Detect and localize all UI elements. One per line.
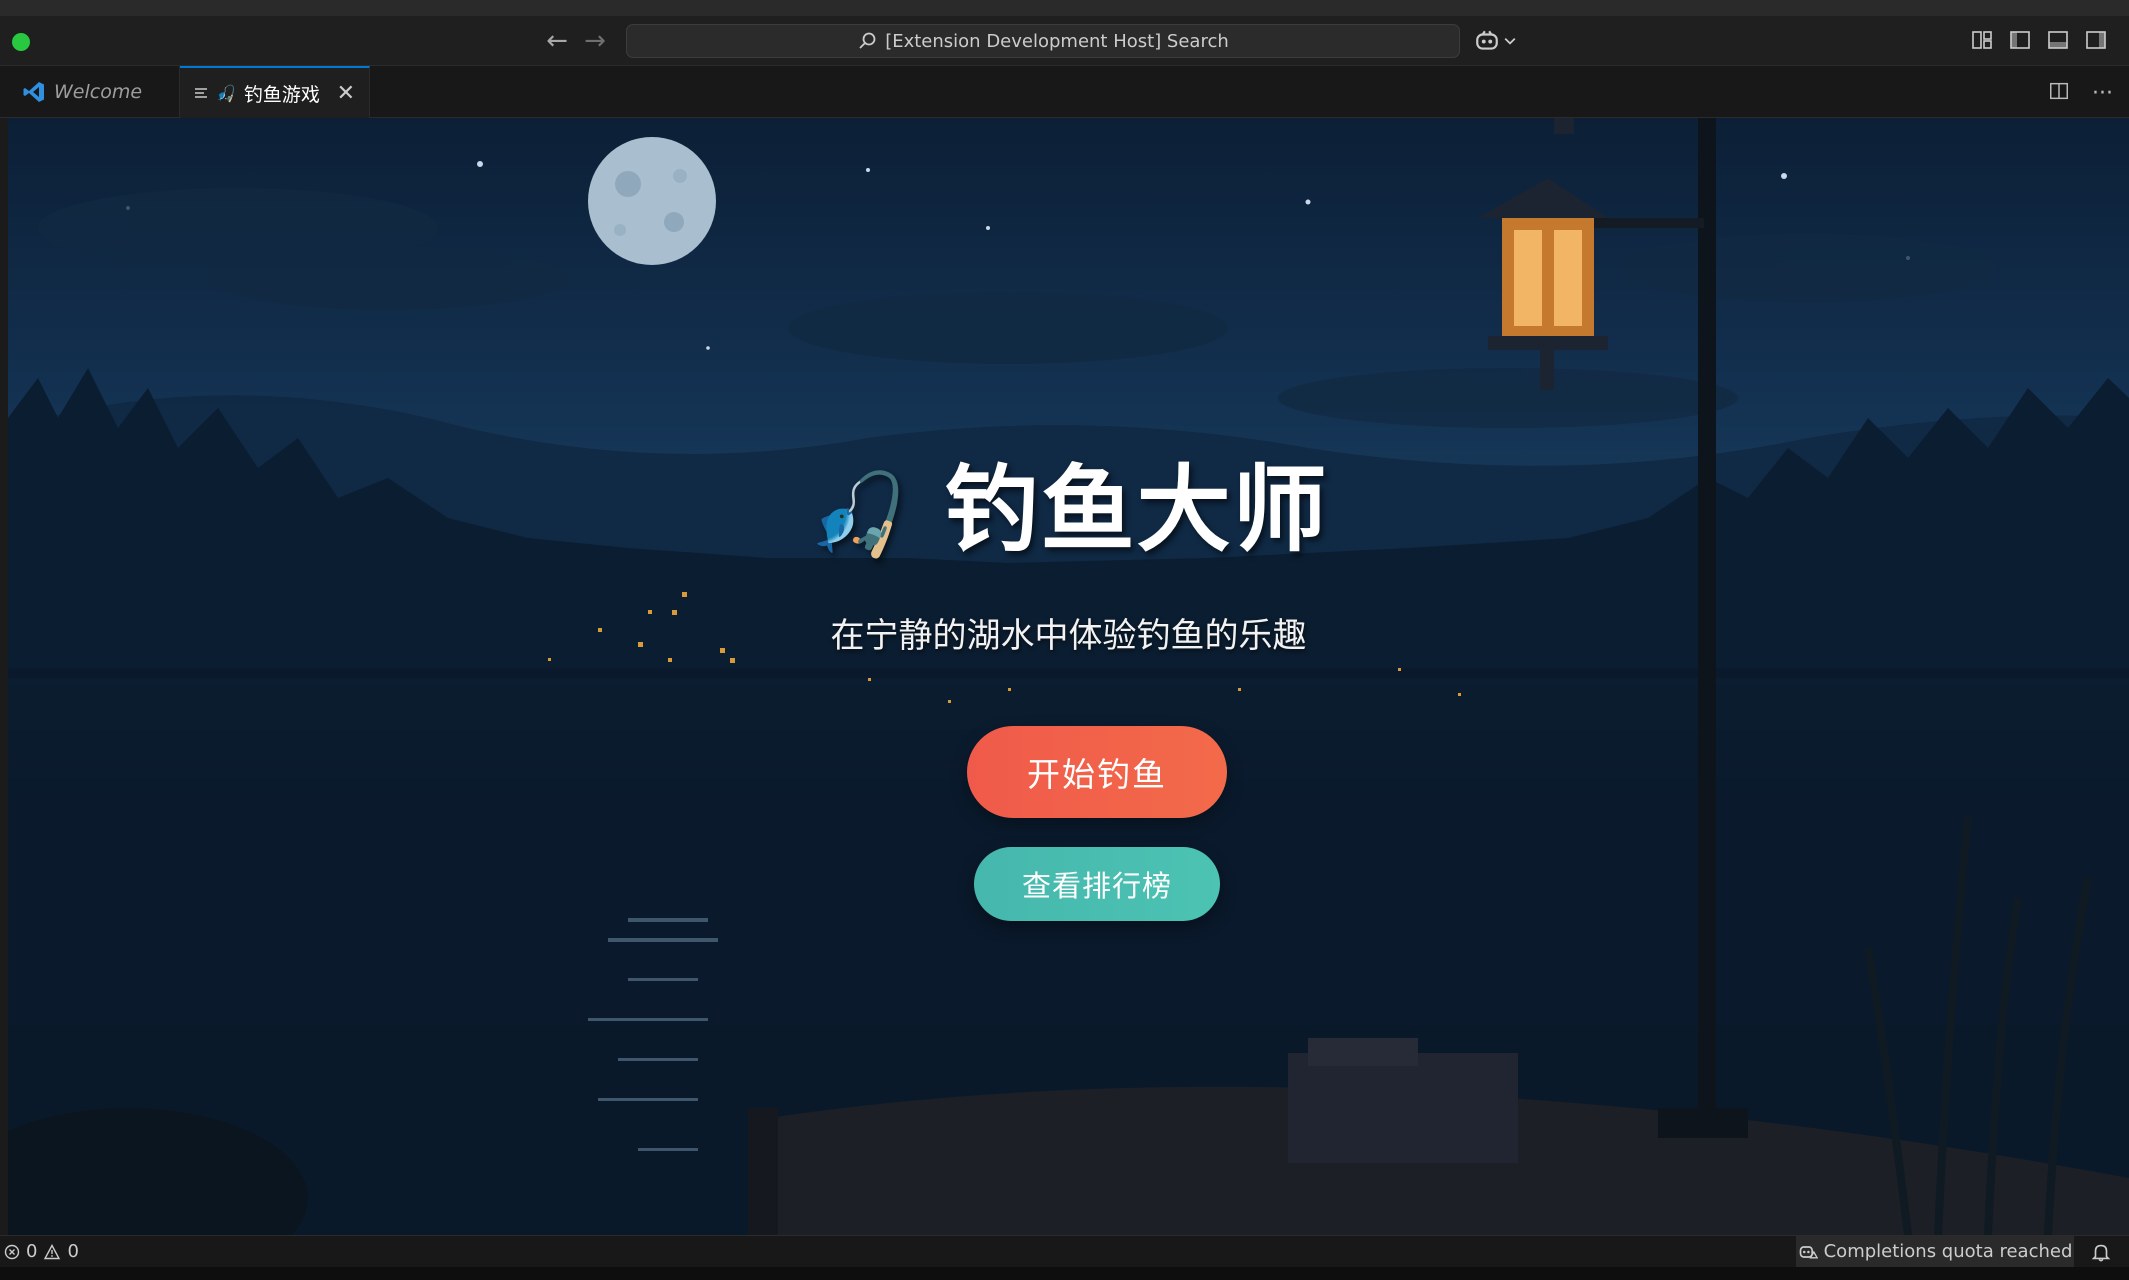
warning-icon: [44, 1243, 61, 1259]
game-title-text: 钓鱼大师: [944, 456, 1329, 565]
title-bar: ← → [Extension Development Host] Search: [0, 0, 2129, 66]
problems-indicator[interactable]: 0 0: [4, 1241, 79, 1262]
tab-welcome[interactable]: Welcome: [8, 66, 180, 118]
search-icon: [859, 32, 876, 49]
quota-text: Completions quota reached: [1823, 1241, 2073, 1262]
command-center-search[interactable]: [Extension Development Host] Search: [626, 24, 1460, 58]
fishing-game-webview: 🎣 钓鱼大师 在宁静的湖水中体验钓鱼的乐趣 开始钓鱼 查看排行榜: [8, 118, 2129, 1235]
copilot-quota-status[interactable]: Completions quota reached: [1796, 1236, 2074, 1267]
copilot-warning-icon: [1799, 1245, 1818, 1258]
customize-layout-icon[interactable]: [1970, 28, 1994, 52]
split-editor-icon[interactable]: [2048, 80, 2070, 108]
fishing-emoji-icon: 🎣: [216, 83, 236, 103]
vscode-logo-icon: [23, 82, 44, 102]
preview-lines-icon: [195, 88, 207, 98]
fishing-rod-icon: 🎣: [808, 468, 910, 561]
close-icon[interactable]: ✕: [337, 81, 355, 106]
leaderboard-button[interactable]: 查看排行榜: [974, 847, 1220, 921]
window-zoom-button[interactable]: [12, 33, 30, 51]
tab-fishing-game[interactable]: 🎣 钓鱼游戏 ✕: [180, 66, 370, 118]
night-lake-background: [8, 118, 2129, 1235]
search-text: [Extension Development Host] Search: [885, 30, 1229, 52]
tab-label: 钓鱼游戏: [243, 83, 320, 106]
error-count: 0: [26, 1241, 38, 1262]
dock-edge: [0, 1267, 2129, 1280]
back-arrow-icon[interactable]: ←: [542, 26, 572, 56]
warning-count: 0: [67, 1241, 79, 1262]
editor-tab-bar: Welcome 🎣 钓鱼游戏 ✕ ···: [0, 66, 2129, 118]
more-actions-icon[interactable]: ···: [2092, 82, 2113, 106]
status-bar: 0 0 Completions quota reached: [0, 1235, 2129, 1267]
menu-strip: [0, 0, 2129, 16]
game-title: 🎣 钓鱼大师: [8, 434, 2129, 570]
toggle-primary-sidebar-icon[interactable]: [2008, 28, 2032, 52]
copilot-button[interactable]: [1474, 26, 1522, 56]
toggle-panel-icon[interactable]: [2046, 28, 2070, 52]
bell-icon[interactable]: [2090, 1241, 2112, 1263]
game-subtitle: 在宁静的湖水中体验钓鱼的乐趣: [830, 616, 1307, 656]
tab-label: Welcome: [54, 81, 143, 103]
error-icon: [4, 1244, 20, 1259]
chevron-down-icon: [1504, 37, 1516, 45]
moon-icon: [588, 137, 716, 265]
forward-arrow-icon[interactable]: →: [580, 26, 610, 56]
copilot-icon: [1476, 30, 1498, 50]
toggle-secondary-sidebar-icon[interactable]: [2084, 28, 2108, 52]
start-fishing-button[interactable]: 开始钓鱼: [967, 726, 1227, 818]
